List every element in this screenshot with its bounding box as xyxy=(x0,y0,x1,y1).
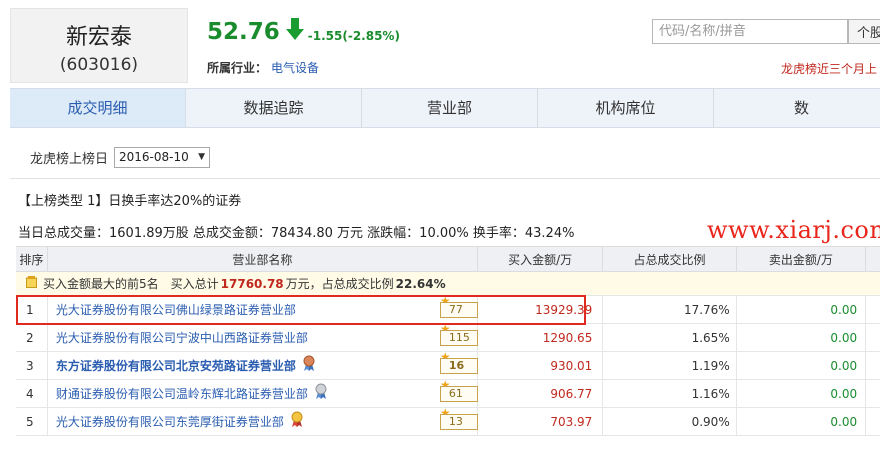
row-ratio: 17.76% xyxy=(603,296,737,323)
row-ratio: 1.16% xyxy=(603,380,737,407)
tab-data-more[interactable]: 数 xyxy=(714,89,880,127)
row-buy-amount: 703.97 xyxy=(478,408,604,435)
group-total: 17760.78 xyxy=(220,276,284,291)
appearance-count-badge[interactable]: 61 xyxy=(439,386,478,402)
appearance-count-badge[interactable]: 77 xyxy=(439,302,478,318)
industry-link[interactable]: 电气设备 xyxy=(271,61,319,75)
price-change: -1.55(-2.85%) xyxy=(307,29,400,43)
industry-label: 所属行业： xyxy=(207,61,268,75)
tab-branch[interactable]: 营业部 xyxy=(362,89,538,127)
header-branch-name: 营业部名称 xyxy=(48,247,478,271)
quote: 52.76 -1.55(-2.85%) xyxy=(207,18,400,45)
watermark: www.xiarj.com xyxy=(707,216,880,244)
row-sell-amount: 0.00 xyxy=(737,296,867,323)
branch-link[interactable]: 财通证券股份有限公司温岭东辉北路证券营业部 xyxy=(56,387,308,401)
row-ratio: 1.19% xyxy=(603,352,737,379)
date-select[interactable]: 2016-08-10 ▼ xyxy=(114,147,211,168)
header-sell-amount: 卖出金额/万 xyxy=(737,247,867,271)
group-prefix: 买入金额最大的前5名 买入总计 xyxy=(43,276,219,291)
appearance-count-badge[interactable]: 115 xyxy=(439,330,478,346)
branch-link[interactable]: 东方证券股份有限公司北京安苑路证券营业部 xyxy=(56,359,296,373)
group-summary-row: 买入金额最大的前5名 买入总计 17760.78 万元，占总成交比例 22.64… xyxy=(16,272,880,296)
bronze-medal-icon xyxy=(303,353,315,381)
row-sell-amount: 0.00 xyxy=(737,324,867,351)
row-rank: 5 xyxy=(16,408,48,435)
header-rank: 排序 xyxy=(16,247,48,271)
row-buy-amount: 906.77 xyxy=(478,380,604,407)
tab-institution[interactable]: 机构席位 xyxy=(538,89,714,127)
tab-data-tracking[interactable]: 数据追踪 xyxy=(186,89,362,127)
table-row: 1 光大证券股份有限公司佛山绿景路证券营业部 ★ 77 13929.39 17.… xyxy=(16,295,880,324)
row-buy-amount: 13929.39 xyxy=(478,296,604,323)
row-branch-cell: 光大证券股份有限公司宁波中山西路证券营业部 ★ 115 xyxy=(48,323,478,351)
list-type-title: 【上榜类型 1】日换手率达20%的证券 xyxy=(18,194,242,209)
table-row: 2 光大证券股份有限公司宁波中山西路证券营业部 ★ 115 1290.65 1.… xyxy=(16,323,880,352)
row-rank: 2 xyxy=(16,324,48,351)
row-buy-amount: 930.01 xyxy=(478,352,604,379)
row-ratio: 1.65% xyxy=(603,324,737,351)
appearance-count-badge[interactable]: 16 xyxy=(439,358,478,374)
table-header: 排序 营业部名称 买入金额/万 占总成交比例 卖出金额/万 xyxy=(16,246,880,272)
buy-table: 排序 营业部名称 买入金额/万 占总成交比例 卖出金额/万 买入金额最大的前5名… xyxy=(16,246,880,436)
notice-link[interactable]: 龙虎榜近三个月上 xyxy=(781,60,877,77)
row-branch-cell: 光大证券股份有限公司佛山绿景路证券营业部 ★ 77 xyxy=(48,295,478,323)
divider xyxy=(10,178,880,179)
gold-medal-icon xyxy=(291,409,303,437)
row-buy-amount: 1290.65 xyxy=(478,324,604,351)
row-branch-cell: 光大证券股份有限公司东莞厚街证券营业部 ★ 13 xyxy=(48,407,478,437)
note-icon xyxy=(26,272,37,296)
stock-search-button[interactable]: 个股 xyxy=(848,19,880,44)
date-label: 龙虎榜上榜日 xyxy=(30,152,109,167)
header-ratio: 占总成交比例 xyxy=(603,247,737,271)
appearance-count-badge[interactable]: 13 xyxy=(439,414,478,430)
header-buy-amount: 买入金额/万 xyxy=(478,247,604,271)
row-rank: 1 xyxy=(16,296,48,323)
stock-code: (603016) xyxy=(59,55,139,75)
tab-trade-detail[interactable]: 成交明细 xyxy=(10,89,186,127)
row-branch-cell: 财通证券股份有限公司温岭东辉北路证券营业部 ★ 61 xyxy=(48,379,478,409)
date-filter: 龙虎榜上榜日 2016-08-10 ▼ xyxy=(30,147,211,168)
header-extra xyxy=(866,247,880,271)
group-ratio: 22.64% xyxy=(395,276,446,291)
row-sell-amount: 0.00 xyxy=(737,352,867,379)
stock-info-box: 新宏泰 (603016) xyxy=(10,8,188,83)
row-ratio: 0.90% xyxy=(603,408,737,435)
row-sell-amount: 0.00 xyxy=(737,408,867,435)
current-price: 52.76 xyxy=(207,19,280,45)
branch-link[interactable]: 光大证券股份有限公司东莞厚街证券营业部 xyxy=(56,415,284,429)
stock-search-input[interactable] xyxy=(652,19,848,44)
row-sell-amount: 0.00 xyxy=(737,380,867,407)
tab-bar: 成交明细 数据追踪 营业部 机构席位 数 xyxy=(10,88,880,128)
industry-info: 所属行业： 电气设备 xyxy=(207,59,319,76)
branch-link[interactable]: 光大证券股份有限公司佛山绿景路证券营业部 xyxy=(56,303,296,317)
table-row: 4 财通证券股份有限公司温岭东辉北路证券营业部 ★ 61 906.77 1.16… xyxy=(16,379,880,409)
table-row: 3 东方证券股份有限公司北京安苑路证券营业部 ★ 16 930.01 1.19%… xyxy=(16,351,880,381)
table-row: 5 光大证券股份有限公司东莞厚街证券营业部 ★ 13 703.97 0.90% … xyxy=(16,407,880,437)
caret-down-icon: ▼ xyxy=(198,152,206,162)
row-rank: 4 xyxy=(16,380,48,407)
date-value: 2016-08-10 xyxy=(119,150,189,164)
row-branch-cell: 东方证券股份有限公司北京安苑路证券营业部 ★ 16 xyxy=(48,351,478,381)
trade-summary: 当日总成交量：1601.89万股 总成交金额：78434.80 万元 涨跌幅：1… xyxy=(18,226,575,241)
silver-medal-icon xyxy=(315,381,327,409)
stock-name: 新宏泰 xyxy=(65,25,132,50)
row-rank: 3 xyxy=(16,352,48,379)
branch-link[interactable]: 光大证券股份有限公司宁波中山西路证券营业部 xyxy=(56,331,308,345)
group-middle: 万元，占总成交比例 xyxy=(285,276,394,291)
arrow-down-icon xyxy=(285,18,304,43)
